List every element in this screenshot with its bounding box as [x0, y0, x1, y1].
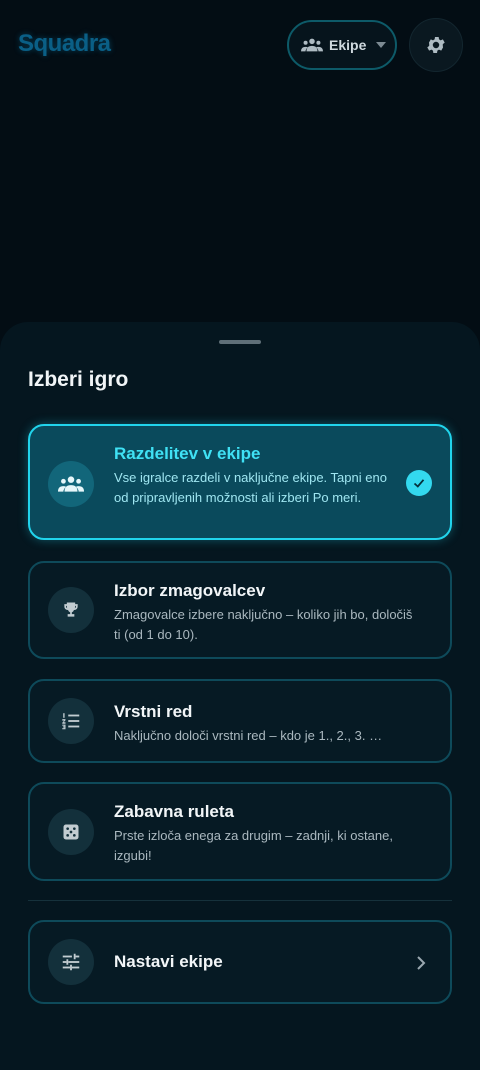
caret-down-icon: [376, 42, 387, 48]
game-title: Vrstni red: [114, 702, 193, 721]
game-title: Razdelitev v ekipe: [114, 444, 261, 463]
groups-icon: [301, 38, 323, 52]
section-divider: [28, 900, 452, 901]
app-logo: Squadra: [18, 30, 111, 57]
team-selector-label: Ekipe: [329, 37, 367, 53]
sheet-title: Izberi igro: [28, 368, 129, 391]
setup-teams-label: Nastavi ekipe: [114, 952, 223, 971]
game-card-zabavna-ruleta[interactable]: Zabavna ruleta Prste izloča enega za dru…: [28, 782, 452, 881]
game-title: Izbor zmagovalcev: [114, 581, 266, 600]
game-description: Zmagovalce izbere naključno – koliko jih…: [114, 607, 413, 642]
groups-icon: [58, 476, 84, 492]
trophy-icon: [64, 602, 78, 617]
game-icon-circle: [48, 461, 94, 507]
game-picker-sheet: Izberi igro Razdelitev v ekipe Vse igral…: [0, 322, 480, 1070]
game-title: Zabavna ruleta: [114, 802, 234, 821]
game-description: Vse igralce razdeli v naključne ekipe. T…: [114, 470, 387, 505]
settings-button[interactable]: [409, 18, 463, 72]
setup-teams-button[interactable]: Nastavi ekipe: [28, 920, 452, 1004]
game-icon-circle: [48, 698, 94, 744]
selected-check-icon: [406, 470, 432, 496]
top-bar: Squadra Ekipe: [0, 0, 480, 90]
app-screen: Squadra Ekipe Izberi igro Razdelitev v e…: [0, 0, 480, 1070]
chevron-right-icon: [417, 956, 426, 970]
tune-icon: [62, 953, 80, 971]
game-icon-circle: [48, 587, 94, 633]
game-card-razdelitev[interactable]: Razdelitev v ekipe Vse igralce razdeli v…: [28, 424, 452, 540]
dice-icon: [63, 824, 79, 840]
gear-icon: [427, 37, 445, 53]
game-card-vrstni-red[interactable]: Vrstni red Naključno določi vrstni red –…: [28, 679, 452, 763]
game-description: Prste izloča enega za drugim – zadnji, k…: [114, 828, 393, 863]
numbered-list-icon: [62, 713, 80, 730]
game-description: Naključno določi vrstni red – kdo je 1.,…: [114, 728, 383, 743]
setup-icon-circle: [48, 939, 94, 985]
game-card-izbor-zmagovalcev[interactable]: Izbor zmagovalcev Zmagovalce izbere nakl…: [28, 561, 452, 659]
game-icon-circle: [48, 809, 94, 855]
sheet-drag-handle[interactable]: [219, 340, 261, 344]
team-selector-button[interactable]: Ekipe: [287, 20, 397, 70]
